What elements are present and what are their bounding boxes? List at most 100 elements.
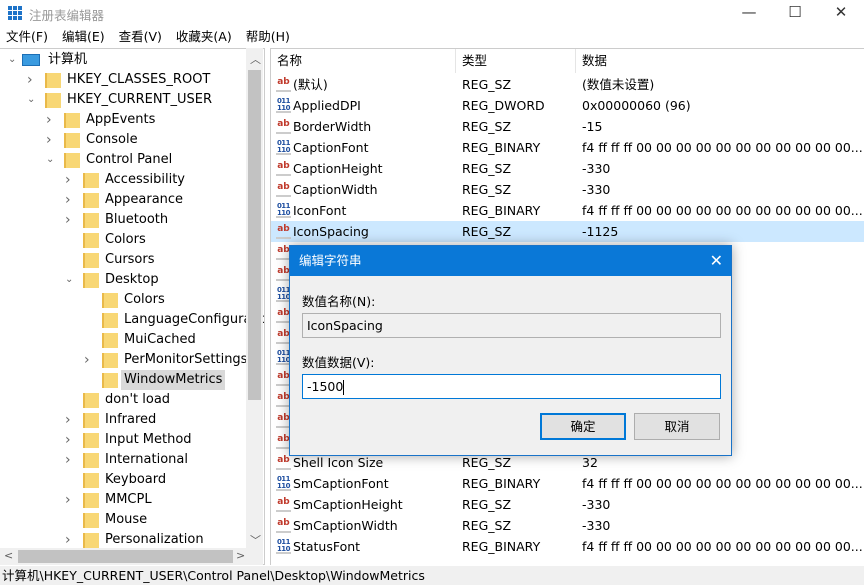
table-row[interactable]: 011 110 SmCaptionFont REG_BINARY f4 ff ff ff… <box>271 473 864 494</box>
table-row[interactable]: ab CaptionWidth REG_SZ -330 <box>271 179 864 200</box>
tree-item-label: Keyboard <box>105 472 167 487</box>
menu-help[interactable]: 帮助(H) <box>246 25 290 48</box>
chevron-right-icon[interactable]: › <box>65 530 75 550</box>
tree-item[interactable]: › Infrared <box>0 410 245 430</box>
string-value-icon: ab <box>276 497 291 512</box>
ok-button[interactable]: 确定 <box>540 413 626 440</box>
tree-item[interactable]: › PerMonitorSettings <box>0 350 247 370</box>
cancel-button[interactable]: 取消 <box>634 413 720 440</box>
minimize-button[interactable]: — <box>726 0 772 25</box>
chevron-right-icon[interactable]: › <box>65 490 75 510</box>
tree-item[interactable]: don't load <box>0 390 245 410</box>
menu-view[interactable]: 查看(V) <box>119 25 162 48</box>
folder-icon <box>83 393 99 408</box>
table-row[interactable]: ab SmCaptionWidth REG_SZ -330 <box>271 515 864 536</box>
folder-icon <box>83 433 99 448</box>
tree-item[interactable]: › Appearance <box>0 190 245 210</box>
folder-icon <box>83 533 99 548</box>
tree-item-label: don't load <box>105 392 171 407</box>
tree-item-label: Appearance <box>105 192 184 207</box>
chevron-right-icon[interactable]: › <box>65 190 75 210</box>
dialog-close-icon[interactable]: ✕ <box>710 246 723 276</box>
tree-item[interactable]: Colors <box>0 290 245 310</box>
scroll-thumb[interactable] <box>18 550 233 563</box>
binary-value-icon: 011 110 <box>276 202 291 218</box>
key-tree[interactable]: ⌄ 计算机 › HKEY_CLASSES_ROOT ⌄ HKEY_CURRENT_USER… <box>0 48 265 565</box>
tree-item[interactable]: Colors <box>0 230 245 250</box>
column-header-name[interactable]: 名称 <box>271 49 456 73</box>
chevron-right-icon[interactable]: › <box>84 350 94 370</box>
binary-value-icon: 011 110 <box>276 475 291 491</box>
tree-vertical-scrollbar[interactable]: ︿ ﹀ <box>246 48 263 548</box>
tree-item-label: Desktop <box>105 272 159 287</box>
dialog-title: 编辑字符串 <box>299 253 362 268</box>
cell-name: CaptionFont <box>293 140 369 155</box>
tree-item[interactable]: Cursors <box>0 250 245 270</box>
chevron-right-icon[interactable]: › <box>27 70 37 90</box>
chevron-down-icon[interactable]: ⌄ <box>8 50 18 70</box>
menu-favorites[interactable]: 收藏夹(A) <box>176 25 232 48</box>
close-button[interactable]: ✕ <box>818 0 864 25</box>
tree-item[interactable]: › Input Method <box>0 430 245 450</box>
table-row[interactable]: 011 110 AppliedDPI REG_DWORD 0x00000060 (96) <box>271 95 864 116</box>
tree-item[interactable]: LanguageConfiguratio <box>0 310 264 330</box>
chevron-down-icon[interactable]: ⌄ <box>65 270 75 290</box>
value-data-input[interactable]: -1500 <box>302 374 721 399</box>
maximize-button[interactable]: ☐ <box>772 0 818 25</box>
edit-string-dialog: 编辑字符串 ✕ 数值名称(N): IconSpacing 数值数据(V): -1… <box>289 245 732 456</box>
table-row[interactable]: ab (默认) REG_SZ (数值未设置) <box>271 74 864 95</box>
chevron-right-icon[interactable]: › <box>65 450 75 470</box>
column-header-data[interactable]: 数据 <box>576 49 864 73</box>
folder-icon <box>64 153 80 168</box>
cell-name: CaptionWidth <box>293 182 378 197</box>
tree-item[interactable]: › MMCPL <box>0 490 245 510</box>
table-row[interactable]: 011 110 CaptionFont REG_BINARY f4 ff ff ff 0… <box>271 137 864 158</box>
tree-item[interactable]: › AppEvents <box>0 110 245 130</box>
tree-item[interactable]: › Bluetooth <box>0 210 245 230</box>
tree-item[interactable]: › International <box>0 450 245 470</box>
folder-icon <box>45 73 61 88</box>
table-row[interactable]: ab IconSpacing REG_SZ -1125 <box>271 221 864 242</box>
scroll-left-icon[interactable]: < <box>4 549 13 562</box>
menu-file[interactable]: 文件(F) <box>6 25 48 48</box>
chevron-right-icon[interactable]: › <box>65 430 75 450</box>
cell-type: REG_BINARY <box>462 476 541 491</box>
chevron-down-icon[interactable]: ⌄ <box>46 150 56 170</box>
tree-item[interactable]: MuiCached <box>0 330 245 350</box>
tree-item[interactable]: › Console <box>0 130 245 150</box>
folder-icon <box>102 293 118 308</box>
column-header-type[interactable]: 类型 <box>456 49 576 73</box>
chevron-down-icon[interactable]: ⌄ <box>27 90 37 110</box>
cell-data: f4 ff ff ff 00 00 00 00 00 00 00 00 00 0… <box>582 203 862 218</box>
cell-type: REG_SZ <box>462 497 512 512</box>
table-row[interactable]: ab SmCaptionHeight REG_SZ -330 <box>271 494 864 515</box>
tree-item[interactable]: Keyboard <box>0 470 245 490</box>
tree-item[interactable]: Mouse <box>0 510 245 530</box>
tree-item[interactable]: ⌄ HKEY_CURRENT_USER <box>0 90 245 110</box>
chevron-right-icon[interactable]: › <box>46 130 56 150</box>
tree-item[interactable]: › Accessibility <box>0 170 245 190</box>
tree-item[interactable]: ⌄ Desktop <box>0 270 245 290</box>
table-row[interactable]: ab CaptionHeight REG_SZ -330 <box>271 158 864 179</box>
table-row[interactable]: 011 110 IconFont REG_BINARY f4 ff ff ff 00 0… <box>271 200 864 221</box>
scroll-right-icon[interactable]: > <box>236 549 245 562</box>
tree-item[interactable]: › Personalization <box>0 530 245 550</box>
chevron-right-icon[interactable]: › <box>65 170 75 190</box>
chevron-right-icon[interactable]: › <box>65 210 75 230</box>
scroll-up-icon[interactable]: ︿ <box>250 51 261 67</box>
tree-item-label: Colors <box>124 292 165 307</box>
tree-item[interactable]: WindowMetrics <box>0 370 245 390</box>
menu-edit[interactable]: 编辑(E) <box>62 25 105 48</box>
tree-item[interactable]: ⌄ Control Panel <box>0 150 245 170</box>
chevron-right-icon[interactable]: › <box>65 410 75 430</box>
binary-value-icon: 011 110 <box>276 538 291 554</box>
table-row[interactable]: ab BorderWidth REG_SZ -15 <box>271 116 864 137</box>
scroll-thumb[interactable] <box>248 70 261 400</box>
tree-item[interactable]: › HKEY_CLASSES_ROOT <box>0 70 245 90</box>
string-value-icon: ab <box>276 77 291 92</box>
tree-item[interactable]: ⌄ 计算机 <box>0 50 245 70</box>
tree-horizontal-scrollbar[interactable]: < > <box>0 548 263 565</box>
table-row[interactable]: 011 110 StatusFont REG_BINARY f4 ff ff ff 00… <box>271 536 864 557</box>
chevron-right-icon[interactable]: › <box>46 110 56 130</box>
scroll-down-icon[interactable]: ﹀ <box>250 532 261 548</box>
